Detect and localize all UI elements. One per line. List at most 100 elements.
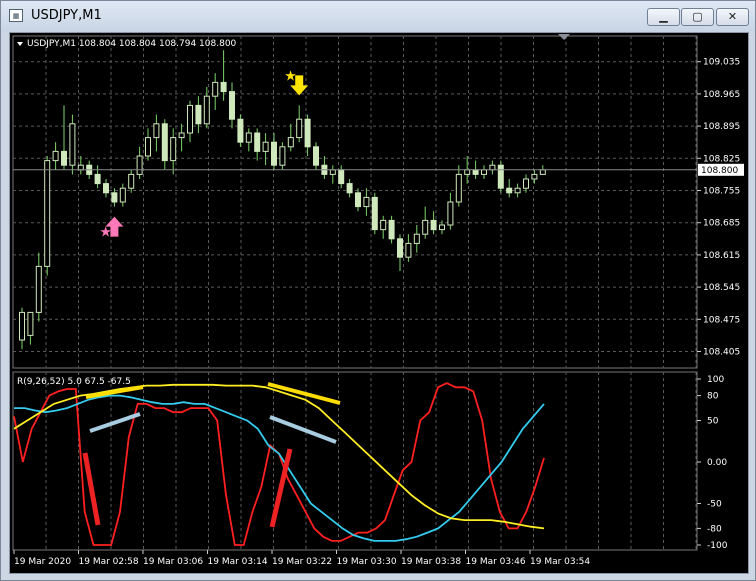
candle-bull: [212, 81, 219, 97]
candle-bear: [61, 150, 67, 166]
candle-bull: [464, 169, 471, 175]
candle-bear: [497, 164, 504, 189]
candle-bull: [19, 311, 25, 341]
candle-bull: [178, 132, 185, 139]
oscillator-scale: 100 80 50 0.00 -50 -80 -100: [697, 375, 728, 551]
candle-bear: [338, 169, 345, 185]
chart-area[interactable]: 109.035 108.965 108.895 108.825 108.755 108.6…: [9, 32, 749, 574]
price-tick-label: 108.755: [703, 187, 740, 197]
level-label: -50: [707, 500, 722, 510]
candle-bull: [296, 118, 303, 139]
price-tick-label: 108.895: [703, 122, 740, 132]
price-tick-label: 108.615: [703, 251, 740, 261]
close-button[interactable]: ✕: [716, 8, 749, 26]
price-tick-label: 108.405: [703, 348, 740, 358]
candle-bull: [203, 95, 210, 125]
candle-bull: [329, 169, 336, 175]
candle-bear: [237, 118, 244, 143]
level-label: 100: [707, 375, 724, 385]
candle-bull: [245, 132, 252, 143]
candle-bear: [195, 104, 202, 125]
candle-bull: [145, 137, 151, 157]
time-label: 19 Mar 03:46: [466, 557, 526, 567]
time-label: 19 Mar 2020: [14, 557, 71, 567]
candle-bear: [355, 192, 361, 208]
time-label: 19 Mar 03:54: [530, 557, 590, 567]
buy-star-icon: ★: [99, 225, 112, 241]
candle-bull: [380, 219, 387, 231]
candle-bear: [388, 219, 395, 240]
terminal-window: ▦ USDJPY,M1 ▁ ▢ ✕ 109.035 108.965 108.895 1…: [0, 0, 756, 581]
candle-bear: [304, 118, 311, 148]
candle-bull: [77, 164, 84, 171]
candle-bull: [136, 155, 143, 175]
candle-bull: [523, 178, 529, 189]
candle-bear: [254, 132, 261, 152]
time-label: 19 Mar 02:58: [79, 557, 139, 567]
time-label: 19 Mar 03:22: [272, 557, 332, 567]
candle-bear: [229, 91, 235, 120]
candle-bear: [94, 173, 101, 185]
candle-bull: [405, 242, 412, 258]
level-label: -100: [707, 541, 728, 551]
level-label: 80: [707, 392, 719, 402]
title-bar[interactable]: ▦ USDJPY,M1 ▁ ▢ ✕: [1, 1, 755, 31]
indicator-header: R(9,26,52) 5.0 67.5 -67.5: [17, 377, 131, 387]
symbol-dropdown-icon[interactable]: [17, 42, 23, 46]
price-tick-label: 108.965: [703, 90, 740, 100]
time-label: 19 Mar 03:30: [337, 557, 397, 567]
candle-bull: [170, 137, 177, 162]
candle-bear: [397, 238, 403, 258]
candle-bear: [271, 141, 277, 166]
price-scale: 109.035 108.965 108.895 108.825 108.755 108.6…: [697, 58, 740, 358]
window-title: USDJPY,M1: [31, 8, 102, 23]
candle-bear: [313, 146, 319, 166]
chart-header: USDJPY,M1 108.804 108.804 108.794 108.80…: [27, 39, 237, 49]
candle-bear: [430, 219, 437, 231]
candle-bear: [103, 183, 109, 194]
chart-shift-marker-icon[interactable]: [558, 34, 570, 40]
time-label: 19 Mar 03:38: [401, 557, 461, 567]
maximize-button[interactable]: ▢: [681, 8, 714, 26]
candle-bull: [52, 150, 59, 162]
price-tick-label: 108.475: [703, 315, 740, 325]
price-tick-label: 108.545: [703, 283, 740, 293]
sell-star-icon: ★: [284, 68, 297, 84]
candle-bull: [439, 224, 445, 231]
level-label: -80: [707, 524, 722, 534]
candles: [19, 50, 546, 350]
fast-line-trend-mark: [82, 452, 101, 526]
candle-bull: [455, 173, 462, 203]
candle-bull: [44, 160, 51, 267]
candle-bull: [128, 173, 135, 189]
candle-bull: [69, 123, 76, 166]
candle-bull: [279, 146, 286, 166]
candle-bull: [262, 141, 269, 152]
candle-bear: [161, 123, 168, 162]
minimize-button[interactable]: ▁: [647, 8, 680, 26]
candle-bull: [187, 104, 193, 134]
candle-bull: [287, 137, 294, 148]
chart-window-icon: ▦: [9, 9, 23, 22]
chart-canvas[interactable]: 109.035 108.965 108.895 108.825 108.755 108.6…: [10, 33, 748, 573]
candle-bull: [531, 173, 538, 180]
candle-bull: [119, 187, 126, 203]
candle-bull: [514, 187, 521, 194]
candle-bull: [539, 169, 546, 175]
candle-bull: [413, 233, 420, 244]
candle-bear: [111, 192, 118, 203]
level-label: 0.00: [707, 458, 727, 468]
mid-line: [14, 394, 545, 542]
price-tick-label: 108.685: [703, 219, 740, 229]
candle-bull: [447, 201, 454, 226]
candle-bear: [472, 169, 479, 175]
candle-bull: [481, 169, 487, 175]
candle-bull: [27, 311, 34, 336]
oscillator-lines: [13, 382, 545, 546]
candle-bull: [35, 265, 42, 313]
current-price-label: 108.800: [701, 166, 738, 176]
time-label: 19 Mar 03:06: [143, 557, 203, 567]
indicator-pane-frame: [12, 371, 698, 551]
candle-bull: [489, 164, 496, 171]
mid-line-trend-mark: [269, 415, 337, 444]
